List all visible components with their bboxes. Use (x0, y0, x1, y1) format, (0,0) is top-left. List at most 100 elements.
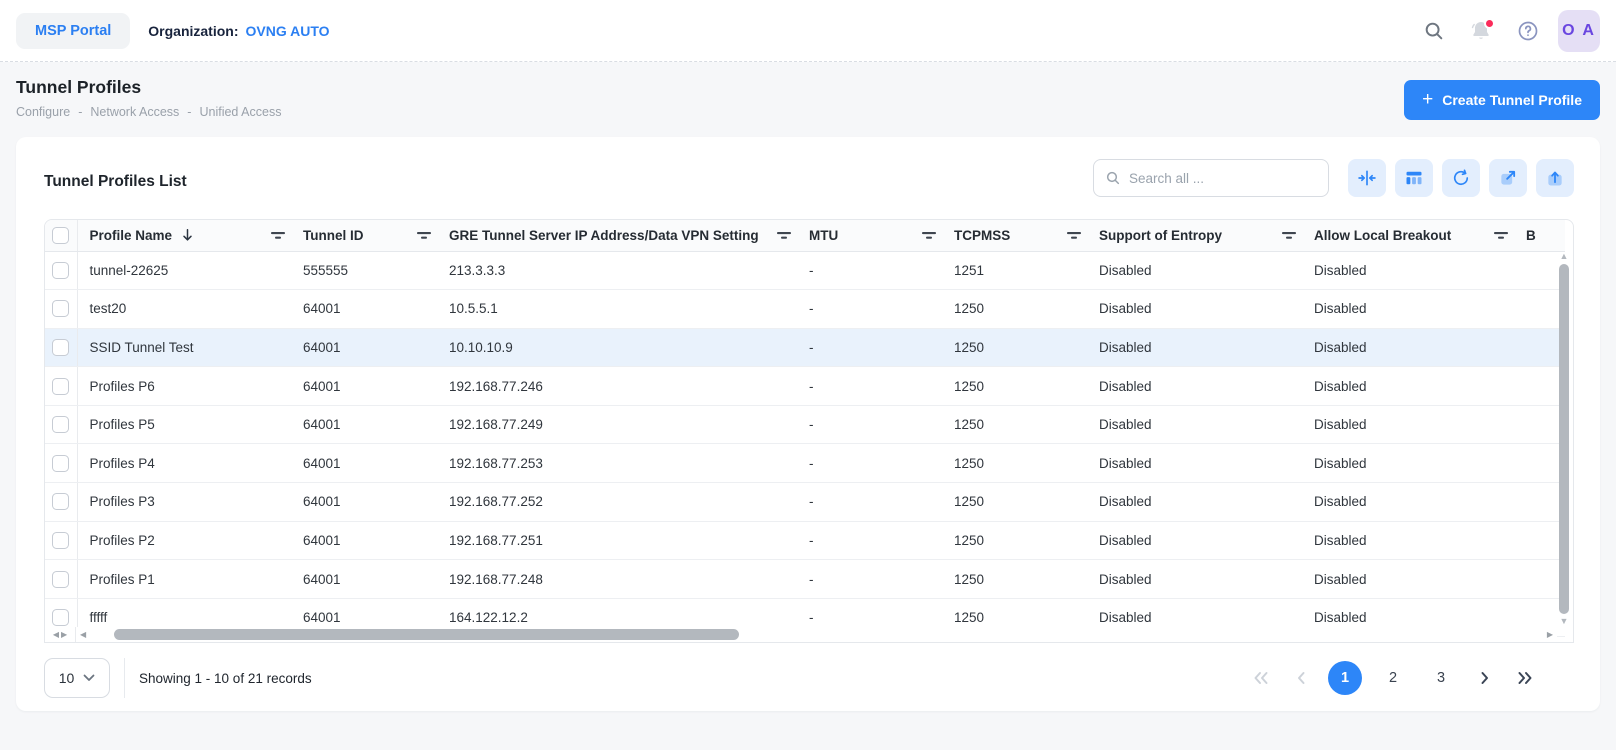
table-search-box[interactable] (1093, 159, 1329, 197)
organization-name-link[interactable]: OVNG AUTO (246, 23, 330, 39)
previous-page-button[interactable] (1288, 661, 1314, 695)
row-checkbox[interactable] (52, 609, 69, 626)
page-button-1[interactable]: 1 (1328, 661, 1362, 695)
scroll-right-icon[interactable]: ▶ (1543, 630, 1557, 639)
column-header-allow-local-breakout[interactable]: Allow Local Breakout (1302, 220, 1514, 251)
cell-profile-name: tunnel-22625 (77, 251, 291, 290)
page-header: Tunnel Profiles Configure - Network Acce… (0, 62, 1616, 137)
cell-breakout: Disabled (1302, 483, 1514, 522)
external-link-icon (1498, 168, 1518, 188)
page-title: Tunnel Profiles (16, 77, 281, 98)
cell-entropy: Disabled (1087, 444, 1302, 483)
page-button-2[interactable]: 2 (1376, 661, 1410, 695)
table-row[interactable]: Profiles P3 64001 192.168.77.252 - 1250 … (45, 483, 1565, 522)
table-row-selected[interactable]: SSID Tunnel Test 64001 10.10.10.9 - 1250… (45, 328, 1565, 367)
cell-mtu: - (797, 560, 942, 599)
table-row[interactable]: tunnel-22625 555555 213.3.3.3 - 1251 Dis… (45, 251, 1565, 290)
breadcrumb-item-configure[interactable]: Configure (16, 105, 70, 119)
column-header-tunnel-id[interactable]: Tunnel ID (291, 220, 437, 251)
horizontal-scrollbar[interactable]: ◀ ▶ ◀ ▶ (45, 627, 1557, 642)
row-checkbox[interactable] (52, 300, 69, 317)
row-checkbox[interactable] (52, 416, 69, 433)
filter-icon[interactable] (777, 230, 791, 241)
scroll-right-icon[interactable]: ▶ (61, 630, 67, 639)
cell-tcpmss: 1250 (942, 483, 1087, 522)
next-page-button[interactable] (1472, 661, 1498, 695)
column-header-gre-ip[interactable]: GRE Tunnel Server IP Address/Data VPN Se… (437, 220, 797, 251)
notifications-button[interactable] (1464, 14, 1498, 48)
row-checkbox[interactable] (52, 493, 69, 510)
row-checkbox[interactable] (52, 378, 69, 395)
scroll-up-icon[interactable]: ▲ (1560, 252, 1569, 261)
first-page-button[interactable] (1248, 661, 1274, 695)
breadcrumb-item-network-access[interactable]: Network Access (90, 105, 179, 119)
table-row[interactable]: Profiles P5 64001 192.168.77.249 - 1250 … (45, 405, 1565, 444)
filter-icon[interactable] (1067, 230, 1081, 241)
chevron-down-icon (83, 674, 95, 682)
select-all-checkbox[interactable] (52, 227, 69, 244)
row-checkbox[interactable] (52, 455, 69, 472)
manage-columns-button[interactable] (1395, 159, 1433, 197)
filter-icon[interactable] (271, 230, 285, 241)
cell-breakout: Disabled (1302, 521, 1514, 560)
column-header-support-of-entropy[interactable]: Support of Entropy (1087, 220, 1302, 251)
scroll-left-icon[interactable]: ◀ (76, 630, 90, 639)
column-header-profile-name[interactable]: Profile Name (77, 220, 291, 251)
sort-descending-icon[interactable] (181, 228, 194, 242)
last-page-button[interactable] (1512, 661, 1538, 695)
scroll-down-icon[interactable]: ▼ (1560, 617, 1569, 626)
frozen-column-scroll-buttons[interactable]: ◀ ▶ (45, 627, 76, 642)
cell-entropy: Disabled (1087, 251, 1302, 290)
cell-tunnel-id: 64001 (291, 483, 437, 522)
cell-profile-name: test20 (77, 290, 291, 329)
column-header-truncated[interactable]: B (1514, 220, 1565, 251)
row-checkbox[interactable] (52, 262, 69, 279)
table-row[interactable]: Profiles P1 64001 192.168.77.248 - 1250 … (45, 560, 1565, 599)
open-external-button[interactable] (1489, 159, 1527, 197)
export-button[interactable] (1536, 159, 1574, 197)
cell-mtu: - (797, 521, 942, 560)
table-row[interactable]: Profiles P2 64001 192.168.77.251 - 1250 … (45, 521, 1565, 560)
cell-tunnel-id: 64001 (291, 290, 437, 329)
cell-tunnel-id: 64001 (291, 560, 437, 599)
scroll-left-icon[interactable]: ◀ (53, 630, 59, 639)
cell-gre-ip: 10.10.10.9 (437, 328, 797, 367)
row-checkbox[interactable] (52, 571, 69, 588)
table-row[interactable]: Profiles P6 64001 192.168.77.246 - 1250 … (45, 367, 1565, 406)
cell-gre-ip: 213.3.3.3 (437, 251, 797, 290)
filter-icon[interactable] (417, 230, 431, 241)
cell-profile-name: Profiles P6 (77, 367, 291, 406)
compress-columns-button[interactable] (1348, 159, 1386, 197)
cell-breakout: Disabled (1302, 367, 1514, 406)
msp-portal-button[interactable]: MSP Portal (16, 13, 130, 49)
breadcrumb-item-unified-access[interactable]: Unified Access (199, 105, 281, 119)
refresh-button[interactable] (1442, 159, 1480, 197)
cell-tcpmss: 1250 (942, 367, 1087, 406)
horizontal-scroll-track[interactable] (90, 629, 1543, 640)
filter-icon[interactable] (1494, 230, 1508, 241)
help-button[interactable] (1511, 14, 1545, 48)
cell-mtu: - (797, 328, 942, 367)
breadcrumb-separator: - (78, 105, 82, 119)
user-avatar[interactable]: O A (1558, 10, 1600, 52)
global-search-button[interactable] (1417, 14, 1451, 48)
page-size-select[interactable]: 10 (44, 658, 110, 698)
filter-icon[interactable] (1282, 230, 1296, 241)
create-tunnel-profile-button[interactable]: + Create Tunnel Profile (1404, 80, 1600, 120)
cell-mtu: - (797, 367, 942, 406)
column-header-tcpmss[interactable]: TCPMSS (942, 220, 1087, 251)
vertical-scrollbar[interactable]: ▲ ▼ (1558, 252, 1570, 626)
search-input[interactable] (1129, 171, 1317, 186)
table-row[interactable]: Profiles P4 64001 192.168.77.253 - 1250 … (45, 444, 1565, 483)
row-checkbox[interactable] (52, 339, 69, 356)
table-row[interactable]: test20 64001 10.5.5.1 - 1250 Disabled Di… (45, 290, 1565, 329)
divider (124, 658, 125, 698)
column-header-mtu[interactable]: MTU (797, 220, 942, 251)
notification-dot (1484, 18, 1495, 29)
horizontal-scroll-thumb[interactable] (114, 629, 739, 640)
cell-entropy: Disabled (1087, 328, 1302, 367)
page-button-3[interactable]: 3 (1424, 661, 1458, 695)
filter-icon[interactable] (922, 230, 936, 241)
row-checkbox[interactable] (52, 532, 69, 549)
vertical-scroll-thumb[interactable] (1559, 264, 1569, 614)
